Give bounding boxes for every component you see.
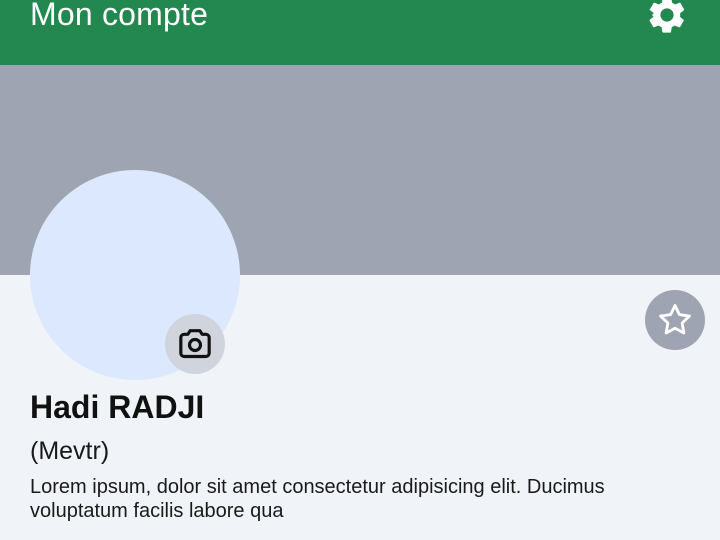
user-name: Hadi RADJI xyxy=(30,389,205,425)
account-screen: Mon compte Hadi RADJI (Mevtr) Lorem ipsu… xyxy=(0,0,720,540)
star-icon xyxy=(659,304,691,335)
user-bio: Lorem ipsum, dolor sit amet consectetur … xyxy=(30,476,605,522)
app-bar: Mon compte xyxy=(0,0,720,65)
page-title: Mon compte xyxy=(30,0,209,32)
gear-icon xyxy=(649,0,685,33)
favorite-button[interactable] xyxy=(645,290,705,350)
user-nickname: (Mevtr) xyxy=(30,437,110,465)
change-photo-button[interactable] xyxy=(165,314,225,374)
settings-button[interactable] xyxy=(644,0,690,38)
camera-icon xyxy=(179,329,211,359)
